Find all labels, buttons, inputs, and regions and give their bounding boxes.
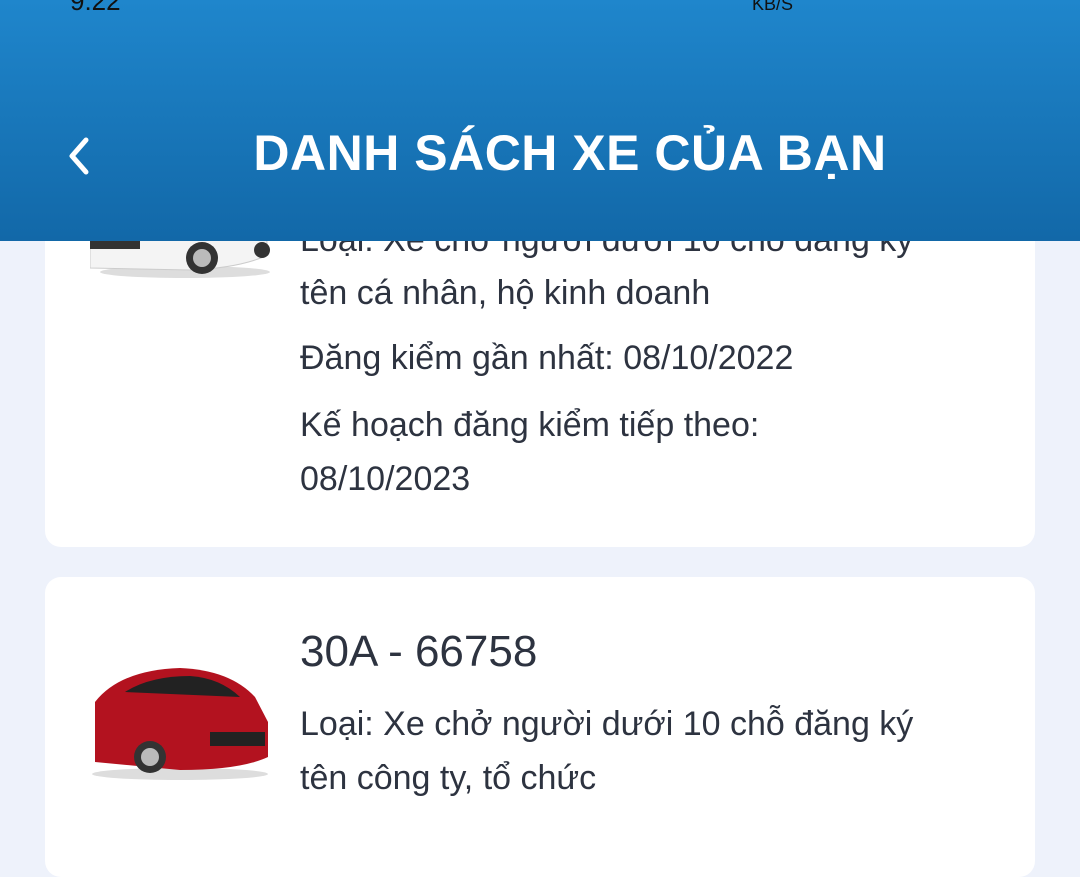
license-plate: 30A - 66758 — [300, 627, 538, 676]
app-header: 9:22 KB/S DANH SÁCH XE CỦA BẠN — [0, 0, 1080, 241]
vehicle-type-line2: tên cá nhân, hộ kinh doanh — [300, 274, 711, 312]
status-time: 9:22 — [70, 0, 121, 16]
last-inspection: Đăng kiểm gần nhất: 08/10/2022 — [300, 339, 794, 377]
car-image-red — [92, 668, 268, 780]
vehicle-type-line2: tên công ty, tổ chức — [300, 759, 597, 797]
page-title: DANH SÁCH XE CỦA BẠN — [253, 125, 887, 181]
network-speed-unit: KB/S — [752, 0, 794, 14]
vehicle-type-line1: Loại: Xe chở người dưới 10 chỗ đăng ký — [300, 705, 914, 743]
next-inspection-date: 08/10/2023 — [300, 460, 471, 498]
next-inspection-label: Kế hoạch đăng kiểm tiếp theo: — [300, 406, 760, 444]
